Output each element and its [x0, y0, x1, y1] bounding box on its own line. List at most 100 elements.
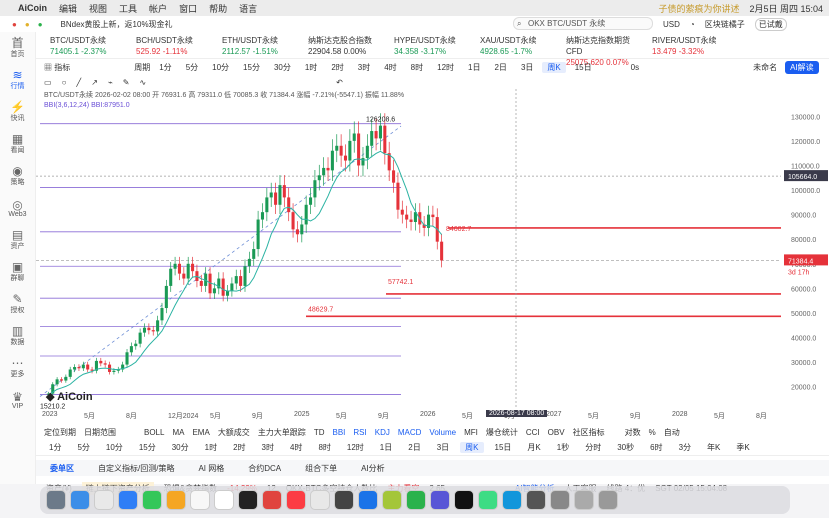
timeframe-10[interactable]: 12时	[432, 62, 459, 73]
price-chart[interactable]: 130000.0 120000.0 110000.0 100000.0 90000.0 8…	[36, 89, 829, 410]
ticker-item[interactable]: 纳斯达克股合指数 22904.58 0.00%	[294, 32, 380, 58]
pen-tool-icon[interactable]: ✎	[123, 78, 130, 87]
dock-app-icon[interactable]	[454, 490, 474, 510]
timeframe-5[interactable]: 1时	[300, 62, 322, 73]
app-menu[interactable]: AiCoin	[18, 3, 47, 13]
wave-tool-icon[interactable]: ∿	[139, 78, 146, 87]
scale-option-1[interactable]: %	[649, 428, 656, 437]
timeframe-bottom-6[interactable]: 2时	[228, 442, 250, 453]
period-button[interactable]: 周期	[134, 62, 150, 73]
menu-item-language[interactable]: 语言	[239, 2, 257, 15]
timeframe-bottom-18[interactable]: 分时	[580, 442, 606, 453]
timeframe-bottom-10[interactable]: 12时	[342, 442, 369, 453]
search-input[interactable]: ⌕ OKX BTC/USDT 永续	[513, 17, 653, 30]
timeframe-2[interactable]: 10分	[207, 62, 234, 73]
circle-tool-icon[interactable]: ○	[62, 78, 67, 87]
toolbar3-left-1[interactable]: 日期范围	[84, 427, 116, 438]
layout-name[interactable]: 未命名	[753, 62, 777, 73]
timeframe-bottom-0[interactable]: 1分	[44, 442, 66, 453]
bottom-tab-3[interactable]: 合约DCA	[248, 463, 281, 474]
dock-app-icon[interactable]	[358, 490, 378, 510]
sidebar-item-10[interactable]: ⋯ 更多	[0, 352, 35, 384]
timeframe-bottom-22[interactable]: 年K	[702, 442, 725, 453]
timeframe-bottom-20[interactable]: 6时	[645, 442, 667, 453]
timeframe-4[interactable]: 30分	[269, 62, 296, 73]
menu-item-window[interactable]: 窗口	[179, 2, 197, 15]
dock-app-icon[interactable]	[598, 490, 618, 510]
dock-app-icon[interactable]	[382, 490, 402, 510]
ticker-item[interactable]: 纳斯达克指数期货CFD 25075.620 0.07%	[552, 32, 638, 67]
undo-icon[interactable]: ↶	[336, 78, 343, 87]
ai-interpret-button[interactable]: AI解读	[785, 60, 819, 74]
sidebar-item-7[interactable]: ▣ 群聊	[0, 256, 35, 288]
timeframe-bottom-8[interactable]: 4时	[285, 442, 307, 453]
bottom-tab-4[interactable]: 组合下单	[305, 463, 337, 474]
sidebar-item-5[interactable]: ◎ Web3	[0, 192, 35, 224]
indicator-15[interactable]: 社区指标	[573, 427, 605, 438]
dock-app-icon[interactable]	[238, 490, 258, 510]
timeframe-6[interactable]: 2时	[326, 62, 348, 73]
dock-app-icon[interactable]	[70, 490, 90, 510]
dock-app-icon[interactable]	[526, 490, 546, 510]
scale-option-2[interactable]: 自动	[664, 427, 680, 438]
timeframe-bottom-17[interactable]: 1秒	[552, 442, 574, 453]
dock-app-icon[interactable]	[118, 490, 138, 510]
dock-app-icon[interactable]	[406, 490, 426, 510]
indicator-3[interactable]: 大额成交	[218, 427, 250, 438]
timeframe-bottom-2[interactable]: 10分	[101, 442, 128, 453]
line-tool-icon[interactable]: ╱	[76, 78, 81, 87]
sidebar-item-4[interactable]: ◉ 策略	[0, 160, 35, 192]
timeframe-bottom-21[interactable]: 3分	[674, 442, 696, 453]
timeframe-1[interactable]: 5分	[181, 62, 203, 73]
dock-app-icon[interactable]	[142, 490, 162, 510]
sidebar-item-0[interactable]: 首首页	[0, 32, 35, 64]
bell-icon[interactable]: ◔	[690, 20, 695, 29]
indicator-8[interactable]: KDJ	[375, 428, 390, 437]
chart-area[interactable]: 130000.0 120000.0 110000.0 100000.0 90000.0 8…	[36, 89, 829, 410]
timeframe-12[interactable]: 2日	[489, 62, 511, 73]
dock-app-icon[interactable]	[190, 490, 210, 510]
dock-app-icon[interactable]	[334, 490, 354, 510]
sidebar-item-1[interactable]: ≋ 行情	[0, 64, 35, 96]
scale-option-0[interactable]: 对数	[625, 427, 641, 438]
timeframe-bottom-23[interactable]: 季K	[731, 442, 754, 453]
text-tool-icon[interactable]: ⌁	[108, 78, 113, 87]
indicator-5[interactable]: TD	[314, 428, 325, 437]
bottom-tab-0[interactable]: 委单区	[50, 463, 74, 474]
ticker-item[interactable]: BTC/USDT永续 71405.1 -2.37%	[36, 32, 122, 58]
timeframe-bottom-13[interactable]: 3日	[432, 442, 454, 453]
dock-app-icon[interactable]	[46, 490, 66, 510]
menu-item-account[interactable]: 帐户	[149, 2, 167, 15]
indicator-9[interactable]: MACD	[398, 428, 422, 437]
indicator-6[interactable]: BBI	[332, 428, 345, 437]
ticker-item[interactable]: XAU/USDT永续 4928.65 -1.7%	[466, 32, 552, 58]
indicator-13[interactable]: CCI	[526, 428, 540, 437]
dock-app-icon[interactable]	[574, 490, 594, 510]
announcement-text[interactable]: BNdex黄股上新，返10%现金礼	[61, 19, 173, 30]
bottom-tab-5[interactable]: AI分析	[361, 463, 385, 474]
dock-app-icon[interactable]	[478, 490, 498, 510]
now-playing-text[interactable]: 子债的萦痕为你讲述	[658, 2, 739, 15]
indicator-7[interactable]: RSI	[353, 428, 366, 437]
timeframe-bottom-12[interactable]: 2日	[403, 442, 425, 453]
timeframe-bottom-4[interactable]: 30分	[167, 442, 194, 453]
menu-item-help[interactable]: 帮助	[209, 2, 227, 15]
indicator-14[interactable]: OBV	[548, 428, 565, 437]
indicator-10[interactable]: Volume	[429, 428, 456, 437]
arrow-tool-icon[interactable]: ↗	[91, 78, 98, 87]
timeframe-bottom-16[interactable]: 月K	[522, 442, 545, 453]
timeframe-3[interactable]: 15分	[238, 62, 265, 73]
sidebar-item-6[interactable]: ▤ 资产	[0, 224, 35, 256]
menu-item-tools[interactable]: 工具	[119, 2, 137, 15]
timeframe-bottom-3[interactable]: 15分	[134, 442, 161, 453]
timeframe-bottom-15[interactable]: 15日	[490, 442, 517, 453]
bottom-tab-2[interactable]: AI 网格	[198, 463, 224, 474]
timeframe-0[interactable]: 1分	[154, 62, 176, 73]
ticker-item[interactable]: RIVER/USDT永续 13.479 -3.32%	[638, 32, 724, 58]
menu-item-view[interactable]: 视图	[89, 2, 107, 15]
timeframe-13[interactable]: 3日	[516, 62, 538, 73]
dock-app-icon[interactable]	[430, 490, 450, 510]
dock-app-icon[interactable]	[286, 490, 306, 510]
dock-app-icon[interactable]	[310, 490, 330, 510]
timeframe-7[interactable]: 3时	[353, 62, 375, 73]
